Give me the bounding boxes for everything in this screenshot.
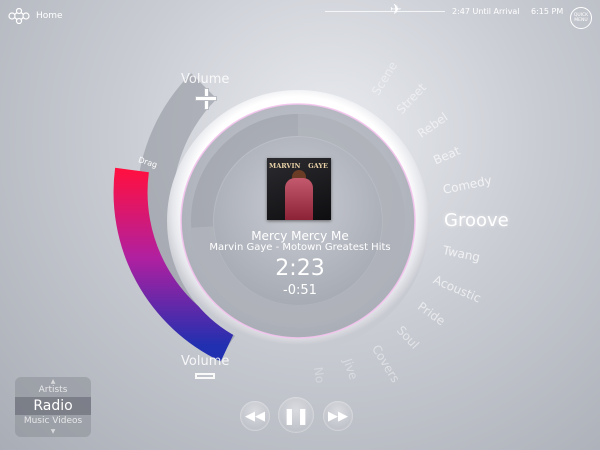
scroll-down-icon[interactable]: ▼ (15, 428, 91, 435)
genre-item-groove[interactable]: Groove (444, 210, 509, 231)
artist-album: Marvin Gaye - Motown Greatest Hits (209, 242, 391, 253)
album-art: MARVIN GAYE (267, 158, 331, 220)
album-title-right: GAYE (308, 162, 328, 170)
song-title: Mercy Mercy Me (251, 229, 349, 243)
elapsed-time: 2:23 (275, 256, 325, 281)
volume-down-label: Volume (181, 354, 230, 369)
source-selector[interactable]: ▲ Artists Radio Music Videos ▼ (15, 377, 91, 437)
volume-down-icon[interactable] (195, 373, 215, 379)
volume-up-label: Volume (181, 72, 230, 87)
source-item-radio[interactable]: Radio (15, 397, 91, 415)
source-item-music-videos[interactable]: Music Videos (15, 416, 91, 426)
pause-button[interactable]: ❚❚ (278, 397, 314, 433)
genre-item-no[interactable]: No (311, 366, 327, 384)
album-title-left: MARVIN (269, 162, 301, 170)
fast-forward-button[interactable]: ▶▶ (323, 401, 353, 431)
pause-icon: ❚❚ (282, 405, 310, 425)
volume-up-icon[interactable] (195, 88, 217, 110)
source-item-artists[interactable]: Artists (15, 385, 91, 395)
fast-forward-icon: ▶▶ (328, 408, 348, 424)
rewind-icon: ◀◀ (245, 408, 265, 424)
scroll-up-icon[interactable]: ▲ (15, 378, 91, 385)
rewind-button[interactable]: ◀◀ (240, 401, 270, 431)
playback-controls: ◀◀ ❚❚ ▶▶ (238, 397, 358, 433)
remaining-time: -0:51 (283, 283, 317, 298)
